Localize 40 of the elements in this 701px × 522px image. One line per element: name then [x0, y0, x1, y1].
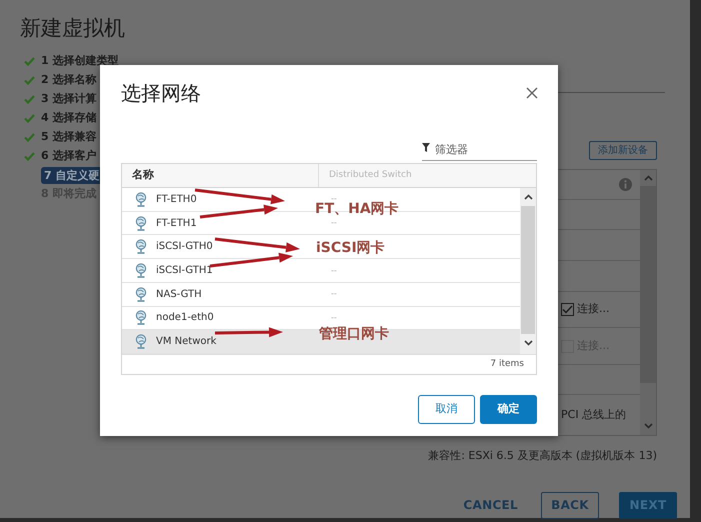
- chevron-down-icon[interactable]: [524, 340, 532, 346]
- network-icon: [135, 216, 147, 231]
- cancel-button[interactable]: 取消: [418, 395, 475, 424]
- step-label[interactable]: 6 选择客户: [41, 148, 96, 165]
- network-icon: [135, 263, 147, 278]
- checkbox[interactable]: [561, 302, 574, 316]
- item-count: 7 items: [490, 358, 524, 371]
- annotation-label: iSCSI网卡: [316, 241, 385, 256]
- back-button[interactable]: BACK: [541, 492, 599, 518]
- filter-icon: [422, 143, 430, 152]
- table-cell: --: [331, 218, 337, 228]
- table-cell: --: [331, 289, 337, 300]
- add-device-button[interactable]: 添加新设备: [589, 141, 657, 160]
- cancel-button[interactable]: CANCEL: [460, 492, 521, 518]
- network-icon: [135, 286, 147, 302]
- dialog-title: 选择网络: [121, 80, 201, 107]
- network-icon: [135, 239, 147, 254]
- wizard-title: 新建虚拟机: [20, 15, 126, 42]
- info-icon[interactable]: [619, 178, 632, 191]
- column-header[interactable]: 名称: [122, 164, 319, 187]
- description-text: PCI 总线上的: [561, 407, 626, 423]
- table-cell: --: [331, 266, 337, 276]
- chevron-up-icon[interactable]: [524, 194, 532, 200]
- close-button[interactable]: [525, 86, 539, 100]
- annotation-label: 管理口网卡: [319, 327, 389, 342]
- network-icon: [135, 310, 147, 326]
- table-cell: --: [331, 312, 337, 323]
- arrow: [214, 327, 283, 338]
- step-label[interactable]: 5 选择兼容: [41, 129, 96, 146]
- step-label[interactable]: 3 选择计算: [41, 91, 96, 108]
- network-icon: [135, 192, 147, 207]
- network-icon: [135, 334, 147, 350]
- table-cell-text: --: [331, 194, 337, 204]
- compatibility-text: 兼容性: ESXi 6.5 及更高版本 (虚拟机版本 13): [427, 448, 658, 464]
- step-label[interactable]: 2 选择名称: [41, 72, 96, 89]
- connect-label: 连接...: [577, 301, 610, 318]
- ok-button[interactable]: 确定: [480, 395, 537, 424]
- scrollbar[interactable]: [520, 188, 536, 354]
- step-label[interactable]: 4 选择存储: [41, 110, 96, 127]
- column-header[interactable]: Distributed Switch: [319, 168, 412, 182]
